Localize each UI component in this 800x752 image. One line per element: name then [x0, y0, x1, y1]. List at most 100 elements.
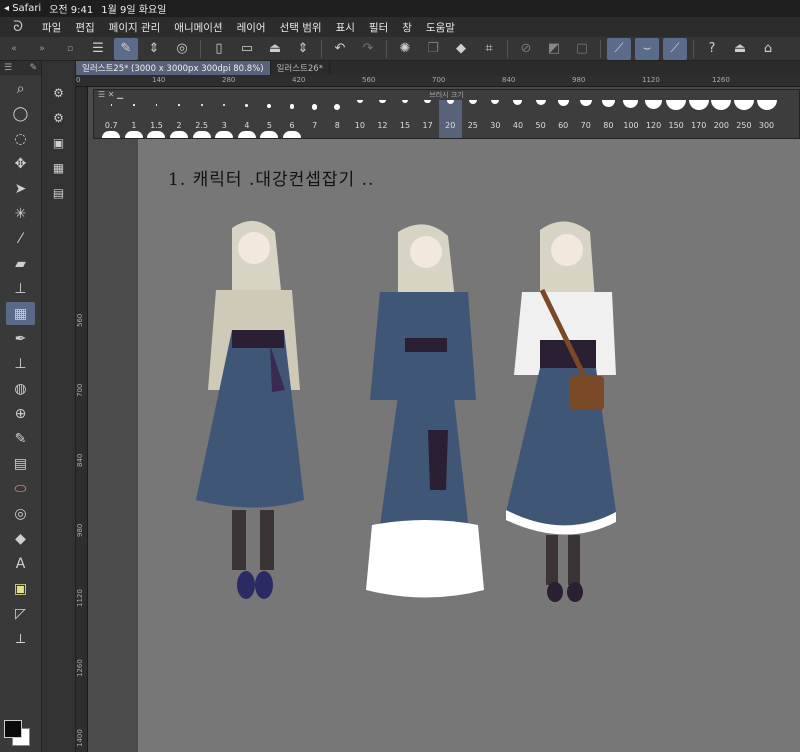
brush-size-panel: ☰ ✕ ▁ 브러시 크기 0.7 1 1.5 2 2.5 3 4 5 6 7 8 10 12 15 17 20… [93, 89, 800, 139]
brush-size-preview-icon [666, 100, 687, 110]
brush-size-preview-icon [688, 100, 709, 110]
brush-size-preview-icon [379, 100, 386, 104]
brush-size-option[interactable]: 8 [326, 100, 349, 138]
brush-size-preview-icon [469, 100, 477, 104]
brush-size-option[interactable]: 170 [687, 100, 710, 138]
brush-size-option[interactable]: 50 [529, 100, 552, 138]
brush-size-label: 25 [467, 121, 478, 130]
brush-size-preview-icon [446, 100, 454, 104]
brush-size-label: 50 [535, 121, 546, 130]
brush-size-option[interactable]: 15 [394, 100, 417, 138]
brush-size-option[interactable]: 1.5 [145, 100, 168, 138]
brush-preview-half-icon [192, 131, 211, 138]
brush-size-list: 0.7 1 1.5 2 2.5 3 4 5 6 7 8 10 12 15 17 20 25 30 40 50 60 70 8… [94, 100, 799, 138]
brush-size-preview-icon [601, 100, 615, 107]
brush-size-preview-icon [178, 104, 180, 106]
brush-size-label: 2 [176, 121, 182, 130]
brush-size-option[interactable]: 25 [462, 100, 485, 138]
brush-size-preview-icon [223, 104, 226, 107]
brush-size-option[interactable]: 80 [597, 100, 620, 138]
brush-size-label: 15 [399, 121, 411, 130]
brush-size-option[interactable]: 70 [574, 100, 597, 138]
brush-size-label: 40 [512, 121, 524, 130]
brush-size-label: 80 [603, 121, 614, 130]
brush-size-preview-icon [289, 104, 295, 109]
character-figure-2 [366, 224, 484, 598]
brush-preview-half-icon [283, 131, 302, 138]
brush-size-option[interactable]: 10 [349, 100, 372, 138]
brush-size-option[interactable]: 3 [213, 100, 236, 138]
brush-size-option[interactable]: 2.5 [190, 100, 213, 138]
brush-preview-half-icon [170, 131, 189, 138]
brush-size-label: 3 [221, 121, 227, 130]
brush-size-preview-icon [756, 100, 777, 110]
brush-size-option[interactable]: 150 [665, 100, 688, 138]
brush-size-label: 5 [266, 121, 272, 130]
brush-size-option[interactable]: 60 [552, 100, 575, 138]
brush-size-preview-icon [535, 100, 546, 105]
brush-preview-half-icon [237, 131, 256, 138]
brush-size-label: 120 [645, 121, 662, 130]
brush-size-label: 2.5 [195, 121, 209, 130]
brush-preview-half-icon [102, 131, 121, 138]
brush-size-option[interactable]: 7 [303, 100, 326, 138]
brush-size-label: 200 [713, 121, 729, 130]
brush-size-option[interactable]: 0.7 [100, 100, 123, 138]
brush-size-label: 100 [623, 121, 639, 130]
brush-size-preview-icon [267, 104, 272, 108]
brush-size-preview-icon [733, 100, 754, 110]
brush-size-label: 6 [289, 121, 295, 130]
brush-size-option[interactable]: 5 [258, 100, 281, 138]
brush-size-preview-icon [200, 104, 203, 106]
brush-size-preview-icon [645, 100, 663, 109]
brush-size-label: 10 [354, 121, 365, 130]
brush-size-option[interactable]: 300 [755, 100, 778, 138]
brush-size-option[interactable]: 6 [281, 100, 304, 138]
brush-preview-half-icon [124, 131, 143, 138]
brush-size-label: 4 [244, 121, 250, 130]
brush-size-label: 70 [580, 121, 591, 130]
brush-size-label: 8 [334, 121, 340, 130]
brush-size-panel-header: ☰ ✕ ▁ 브러시 크기 [94, 90, 799, 100]
brush-size-label: 12 [377, 121, 388, 130]
brush-size-option[interactable]: 100 [620, 100, 643, 138]
brush-size-label: 300 [758, 121, 775, 130]
panel-menu-icon[interactable]: ☰ ✕ ▁ [98, 90, 123, 99]
brush-size-preview-icon [311, 104, 318, 110]
brush-size-preview-icon [491, 100, 500, 104]
brush-size-preview-icon [356, 100, 363, 103]
brush-size-option[interactable]: 120 [642, 100, 665, 138]
brush-size-option[interactable]: 12 [371, 100, 394, 138]
brush-size-option[interactable]: 30 [484, 100, 507, 138]
brush-size-label: 250 [736, 121, 752, 130]
brush-size-preview-icon [110, 104, 113, 106]
brush-size-preview-icon [557, 100, 569, 106]
brush-size-label: 20 [445, 121, 456, 130]
brush-size-label: 60 [558, 121, 569, 130]
brush-size-option[interactable]: 17 [416, 100, 439, 138]
brush-size-panel-title: 브러시 크기 [429, 91, 464, 99]
character-figure-1 [196, 220, 304, 599]
brush-size-label: 170 [691, 121, 707, 130]
brush-size-label: 0.7 [104, 121, 118, 130]
brush-size-option[interactable]: 250 [733, 100, 756, 138]
character-figure-3 [506, 221, 616, 602]
brush-size-option[interactable]: 2 [168, 100, 191, 138]
brush-size-option[interactable]: 200 [710, 100, 733, 138]
brush-preview-half-icon [260, 131, 279, 138]
brush-preview-half-icon [147, 131, 166, 138]
brush-size-label: 7 [312, 121, 318, 130]
brush-size-preview-icon [579, 100, 592, 106]
brush-size-label: 1.5 [150, 121, 163, 130]
brush-size-preview-icon [401, 100, 409, 104]
brush-size-preview-icon [155, 104, 158, 106]
brush-size-preview-icon [424, 100, 431, 104]
brush-size-label: 150 [668, 121, 684, 130]
brush-size-option[interactable]: 20 [438, 100, 462, 138]
brush-size-preview-icon [711, 100, 732, 110]
brush-size-preview-icon [623, 100, 639, 108]
brush-size-option[interactable]: 1 [123, 100, 146, 138]
brush-size-option[interactable]: 40 [507, 100, 530, 138]
brush-size-option[interactable]: 4 [236, 100, 259, 138]
brush-preview-half-icon [215, 131, 234, 138]
